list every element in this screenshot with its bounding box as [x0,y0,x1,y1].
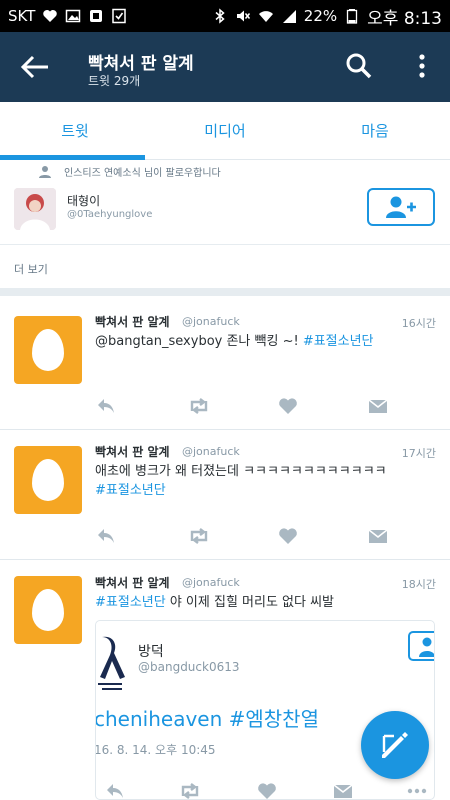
direct-message-icon[interactable] [367,396,389,416]
status-bar: SKT 22% 오후 8:13 [0,0,450,32]
follow-button[interactable] [408,631,434,661]
more-options-icon[interactable] [410,51,434,81]
hashtag-link[interactable]: #표절소년단 [95,483,166,498]
tweet-timestamp: 18시간 [401,578,436,591]
hashtag-link[interactable]: #표절소년단 [95,595,166,610]
bluetooth-icon [215,8,225,24]
tweet-author-name[interactable]: 빡쳐서 판 알계 [95,313,170,330]
tweet-actions [95,396,395,416]
default-egg-avatar [32,459,64,501]
suggested-user-handle: @0Taehyunglove [67,209,153,220]
compose-icon [382,732,408,758]
default-egg-avatar [32,329,64,371]
profile-tabs: 트윗 미디어 마음 [0,102,450,160]
battery-percent: 22% [303,7,338,25]
hashtag-link[interactable]: #표절소년단 [303,334,374,349]
mute-icon [236,10,250,22]
profile-title: 빡쳐서 판 알계 [88,54,194,74]
tweet-body: @bangtan_sexyboy 존나 빽킹 ~! [95,334,303,349]
reply-icon[interactable] [104,781,126,800]
tweet-timestamp: 17시간 [401,447,436,460]
more-dots-icon[interactable] [406,781,428,800]
quoted-timestamp: 16. 8. 14. 오후 10:45 [95,743,216,757]
tab-likes[interactable]: 마음 [300,102,450,159]
avatar[interactable] [14,446,82,514]
tweet-author-name[interactable]: 빡쳐서 판 알계 [95,443,170,460]
tab-tweets[interactable]: 트윗 [0,102,150,159]
tweet-author-handle: @jonafuck [182,576,240,589]
tweet[interactable]: 빡쳐서 판 알계 @jonafuck 16시간 @bangtan_sexyboy… [0,296,450,430]
retweet-icon[interactable] [187,396,211,416]
retweet-icon[interactable] [187,526,211,546]
image-icon [66,9,81,23]
add-person-icon [419,637,434,657]
compose-tweet-button[interactable] [361,711,429,779]
tweet-author-handle: @jonafuck [182,445,240,458]
signal-icon [282,10,296,23]
search-icon[interactable] [344,51,374,81]
quoted-author-handle: @bangduck0613 [138,660,240,674]
ribbon-logo-icon [98,636,125,690]
tab-media[interactable]: 미디어 [150,102,300,159]
direct-message-icon[interactable] [332,781,354,800]
back-arrow-icon[interactable] [18,52,52,82]
heart-icon[interactable] [277,396,299,416]
avatar[interactable] [14,316,82,384]
tab-indicator [0,155,145,160]
direct-message-icon[interactable] [367,526,389,546]
tweet-count: 트윗 29개 [88,74,141,88]
app-header: 빡쳐서 판 알계 트윗 29개 [0,32,450,102]
tweet-actions [95,526,395,546]
tweet-body: 야 이제 집힐 머리도 없다 씨발 [165,595,335,610]
tweet-text: #표절소년단 야 이제 집힐 머리도 없다 씨발 [95,593,435,612]
avatar[interactable] [14,576,82,644]
clock: 오후 8:13 [367,8,442,29]
battery-icon [346,9,358,24]
person-icon [39,165,51,178]
see-more-link[interactable]: 더 보기 [14,261,48,277]
reply-icon[interactable] [95,396,117,416]
add-person-icon [386,196,416,218]
follow-note-text: 인스티즈 연예소식 님이 팔로우합니다 [64,168,221,179]
heart-icon[interactable] [277,526,299,546]
tweet-body: 애초에 병크가 왜 터졌는데 ㅋㅋㅋㅋㅋㅋㅋㅋㅋㅋㅋㅋ [95,464,387,479]
avatar-image [14,188,56,230]
avatar[interactable] [14,188,56,230]
divider [0,244,450,245]
quoted-text: cheniheaven #엠창찬열 [95,707,319,731]
tweet-text: @bangtan_sexyboy 존나 빽킹 ~! #표절소년단 [95,332,435,351]
follow-note: 인스티즈 연예소식 님이 팔로우합니다 [38,164,221,179]
checklist-icon [112,8,127,24]
tweet-author-name[interactable]: 빡쳐서 판 알계 [95,574,170,591]
tweet-text: 애초에 병크가 왜 터졌는데 ㅋㅋㅋㅋㅋㅋㅋㅋㅋㅋㅋㅋ #표절소년단 [95,462,435,500]
heart-icon [43,10,58,22]
quoted-actions [96,781,434,800]
quoted-author-name[interactable]: 방덕 [138,641,164,661]
photo-app-icon [90,10,103,22]
carrier-label: SKT [8,7,36,25]
wifi-icon [258,11,273,22]
tweet-author-handle: @jonafuck [182,315,240,328]
follow-button[interactable] [367,188,435,226]
tweet-timestamp: 16시간 [401,317,436,330]
default-egg-avatar [32,589,64,631]
tweet[interactable]: 빡쳐서 판 알계 @jonafuck 17시간 애초에 병크가 왜 터졌는데 ㅋ… [0,430,450,560]
section-divider [0,288,450,296]
reply-icon[interactable] [95,526,117,546]
heart-icon[interactable] [256,781,278,800]
retweet-icon[interactable] [178,781,202,800]
suggested-user-name[interactable]: 태형이 [67,192,100,209]
